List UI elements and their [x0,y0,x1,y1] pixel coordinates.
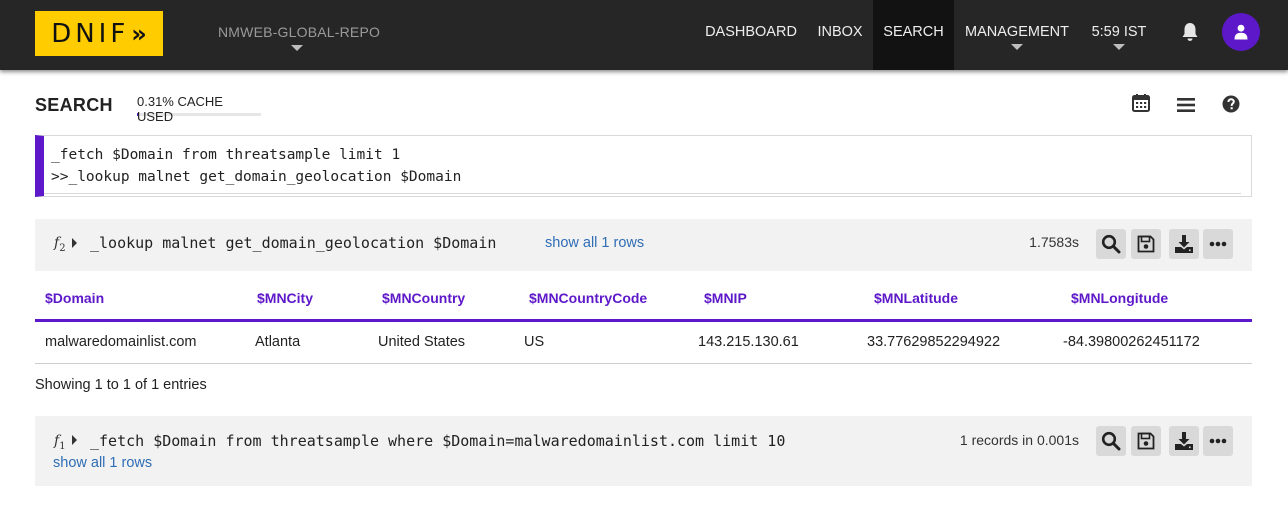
table-cell-domain: malwaredomainlist.com [45,334,197,350]
logo-chevrons-icon: » [131,19,147,48]
table-cell-mncity: Atlanta [255,334,301,350]
table-cell-mncountry: United States [378,334,466,350]
user-avatar[interactable] [1222,13,1260,51]
save-icon [1137,432,1155,450]
column-header-mncity[interactable]: $MNCity [257,290,313,306]
repo-caret-icon[interactable] [291,45,303,51]
dnif-logo[interactable]: DNIF » [35,11,163,56]
page-title: SEARCH [35,95,113,115]
search-icon [1101,234,1121,254]
result-query: _fetch $Domain from threatsample where $… [90,432,786,450]
more-options-button[interactable] [1203,229,1233,259]
expand-triangle-icon[interactable] [72,238,77,248]
bell-icon[interactable] [1181,22,1199,42]
query-line-2[interactable]: >>_lookup malnet get_domain_geolocation … [44,166,1251,188]
result-timing: 1 records in 0.001s [959,432,1079,448]
save-result-button[interactable] [1131,229,1161,259]
result-panel-header-f2: f2 _lookup malnet get_domain_geolocation… [35,219,1252,271]
query-line-1[interactable]: _fetch $Domain from threatsample limit 1 [44,144,1251,166]
search-result-button[interactable] [1096,426,1126,456]
column-header-mncountry[interactable]: $MNCountry [382,290,465,306]
nav-search[interactable]: SEARCH [873,0,954,70]
table-cell-mnip: 143.215.130.61 [698,334,799,350]
nav-dashboard[interactable]: DASHBOARD [697,0,805,70]
expand-triangle-icon[interactable] [72,435,77,445]
table-header-divider [35,319,1252,322]
help-icon[interactable] [1222,95,1242,115]
repo-selector[interactable]: NMWEB-GLOBAL-REPO [218,24,380,40]
query-editor[interactable]: _fetch $Domain from threatsample limit 1… [35,135,1252,197]
logo-text: DNIF [51,18,130,49]
column-header-mnlongitude[interactable]: $MNLongitude [1071,290,1168,306]
search-result-button[interactable] [1096,229,1126,259]
more-icon [1209,241,1227,247]
result-timing: 1.7583s [1029,234,1079,250]
download-icon [1175,432,1193,450]
column-header-mnip[interactable]: $MNIP [704,290,747,306]
table-cell-mncountrycode: US [524,334,545,350]
time-caret-icon[interactable] [1113,44,1125,50]
download-result-button[interactable] [1169,426,1199,456]
cache-usage-indicator: 0.31% CACHE USED [137,94,261,124]
result-panel-header-f1: f1 _fetch $Domain from threatsample wher… [35,416,1252,486]
table-row-divider [35,363,1252,364]
table-entries-info: Showing 1 to 1 of 1 entries [35,377,207,393]
more-icon [1209,438,1227,444]
cache-usage-label: 0.31% CACHE USED [137,94,223,124]
top-navbar: DNIF » NMWEB-GLOBAL-REPO DASHBOARD INBOX… [0,0,1288,70]
result-query: _lookup malnet get_domain_geolocation $D… [90,234,497,252]
function-label: f2 [54,235,66,254]
table-cell-mnlongitude: -84.39800262451172 [1063,334,1200,350]
download-icon [1175,235,1193,253]
cache-usage-bar [137,113,138,116]
user-icon [1234,24,1248,40]
download-result-button[interactable] [1169,229,1199,259]
nav-management[interactable]: MANAGEMENT [957,0,1077,70]
calendar-icon[interactable] [1131,93,1151,113]
column-header-mncountrycode[interactable]: $MNCountryCode [529,290,647,306]
table-cell-mnlatitude: 33.77629852294922 [867,334,1001,350]
save-icon [1137,235,1155,253]
more-options-button[interactable] [1203,426,1233,456]
search-icon [1101,431,1121,451]
show-all-rows-link[interactable]: show all 1 rows [545,235,644,251]
column-header-domain[interactable]: $Domain [45,290,104,306]
save-result-button[interactable] [1131,426,1161,456]
column-header-mnlatitude[interactable]: $MNLatitude [874,290,958,306]
show-all-rows-link[interactable]: show all 1 rows [53,455,152,471]
hamburger-icon[interactable] [1176,95,1196,115]
nav-inbox[interactable]: INBOX [808,0,872,70]
function-index: 2 [59,242,66,254]
editor-divider [44,193,1241,194]
time-display[interactable]: 5:59 IST [1084,0,1154,70]
management-caret-icon[interactable] [1011,44,1023,50]
function-index: 1 [59,440,66,452]
function-label: f1 [54,433,66,452]
